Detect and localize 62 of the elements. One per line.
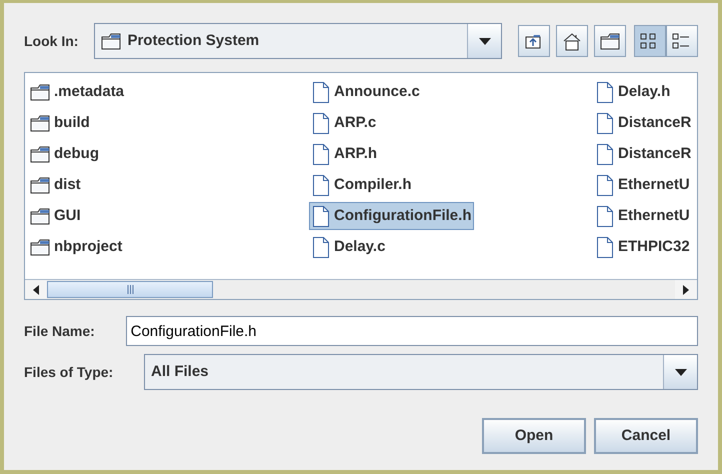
file-list-item[interactable]: DistanceR <box>593 140 694 168</box>
look-in-dropdown[interactable]: Protection System <box>94 23 502 59</box>
file-list-item[interactable]: ARP.h <box>309 140 380 168</box>
file-icon <box>596 142 614 166</box>
file-name-label: File Name: <box>24 322 96 340</box>
scrollbar-thumb[interactable] <box>47 281 213 298</box>
file-list-item[interactable]: ConfigurationFile.h <box>309 202 474 230</box>
file-list-item[interactable]: nbproject <box>27 233 126 261</box>
file-list-item[interactable]: ARP.c <box>309 109 380 137</box>
file-name-field[interactable]: ConfigurationFile.h <box>126 316 698 346</box>
file-icon <box>312 174 330 196</box>
home-button[interactable] <box>556 25 588 57</box>
file-list-item[interactable]: GUI <box>27 202 84 230</box>
file-list-item[interactable]: dist <box>27 171 84 199</box>
right-arrow-icon <box>683 284 689 294</box>
file-icon <box>312 236 330 258</box>
file-icon <box>596 174 614 196</box>
file-type-dropdown[interactable]: All Files <box>144 354 698 390</box>
grip-icon <box>126 285 134 294</box>
file-list-item[interactable]: build <box>27 109 93 137</box>
list-view-button[interactable] <box>634 25 666 57</box>
file-icon <box>312 204 330 228</box>
horizontal-scrollbar[interactable] <box>25 279 697 299</box>
new-folder-icon <box>600 32 620 50</box>
file-icon <box>596 112 614 134</box>
up-folder-button[interactable] <box>518 25 550 57</box>
file-list-item[interactable]: EthernetU <box>593 202 693 230</box>
home-icon <box>562 32 582 50</box>
caret-icon <box>674 368 688 376</box>
file-icon <box>312 142 330 166</box>
folder-icon <box>101 32 122 50</box>
file-list-item[interactable]: Delay.c <box>309 233 388 261</box>
file-type-label: Files of Type: <box>24 362 114 382</box>
folder-name: Protection System <box>127 30 260 51</box>
new-folder-button[interactable] <box>594 25 626 57</box>
file-icon <box>596 236 614 258</box>
file-list-item[interactable]: ETHPIC32 <box>593 233 693 261</box>
folder-icon <box>30 83 50 101</box>
file-icon <box>596 80 614 104</box>
file-icon <box>596 204 614 228</box>
details-view-icon <box>672 32 692 50</box>
file-list-item[interactable]: Delay.h <box>593 78 674 106</box>
file-list-item[interactable]: DistanceR <box>593 109 694 137</box>
file-list-item[interactable]: EthernetU <box>593 171 693 199</box>
file-list-item[interactable]: Compiler.h <box>309 171 415 199</box>
folder-icon <box>30 114 50 132</box>
folder-icon <box>30 176 50 194</box>
file-icon <box>312 112 330 134</box>
caret-icon <box>478 36 492 46</box>
file-icon <box>312 80 330 104</box>
cancel-button[interactable]: Cancel <box>594 418 698 454</box>
file-list-item[interactable]: debug <box>27 140 102 168</box>
folder-icon <box>30 207 50 225</box>
file-type-value: All Files <box>151 362 209 382</box>
details-view-button[interactable] <box>666 25 698 57</box>
file-list-item[interactable]: Announce.c <box>309 78 423 106</box>
folder-icon <box>30 238 50 256</box>
look-in-label: Look In: <box>24 32 78 50</box>
file-list-item[interactable]: .metadata <box>27 78 128 106</box>
folder-icon <box>30 145 50 163</box>
open-button[interactable]: Open <box>482 418 586 454</box>
left-arrow-icon <box>33 284 39 294</box>
